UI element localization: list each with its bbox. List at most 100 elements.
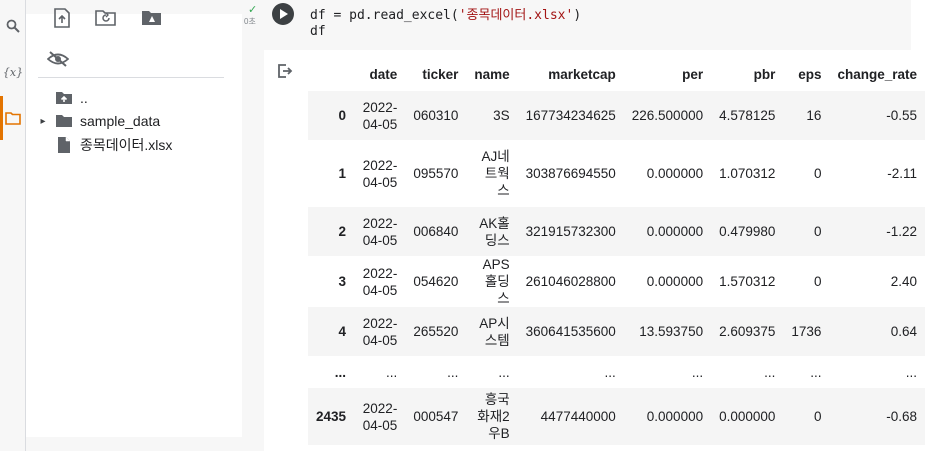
column-header: pbr (753, 66, 776, 82)
cell-per: 0.000000 (646, 409, 704, 424)
tree-item-sample-data[interactable]: ▸ sample_data (34, 110, 160, 132)
cell-change-rate: 0.64 (890, 324, 917, 339)
column-header: date (369, 66, 398, 82)
index-header (308, 57, 354, 91)
cell-per: 0.000000 (646, 166, 704, 181)
cell-pbr: 1.070312 (719, 166, 776, 181)
cell-per: 226.500000 (631, 108, 704, 123)
cell-ticker: 006840 (413, 224, 459, 239)
cell-eps: 0 (813, 166, 822, 181)
dataframe-table: date ticker name marketcap per pbr eps c… (308, 57, 925, 445)
cell-marketcap: 360641535600 (525, 324, 616, 339)
search-icon[interactable] (3, 16, 23, 36)
cell-pbr: 1.570312 (719, 274, 776, 289)
exec-time: 0초 (244, 17, 256, 26)
cell-name: AJ네트웍스 (481, 149, 510, 198)
cell-ticker: 095570 (413, 166, 459, 181)
cell-pbr: 0.479980 (719, 224, 776, 239)
code-line: df = pd.read_excel('종목데이터.xlsx') (310, 8, 582, 23)
cell-change-rate: 2.40 (890, 274, 917, 289)
tree-item-xlsx-file[interactable]: 종목데이터.xlsx (34, 134, 172, 156)
folder-up-icon (52, 88, 76, 108)
cell-date: 2022-04-05 (362, 265, 398, 298)
cell-change-rate: -0.68 (886, 409, 917, 424)
cell-marketcap: 167734234625 (525, 108, 616, 123)
table-header-row: date ticker name marketcap per pbr eps c… (308, 57, 925, 91)
folder-icon (52, 111, 76, 131)
table-row: 0 2022-04-05 060310 3S 167734234625 226.50000… (308, 91, 925, 140)
row-index: 1 (338, 166, 347, 181)
cell-ticker: 054620 (413, 274, 459, 289)
cell-change-rate: -1.22 (886, 224, 917, 239)
cell-eps: 0 (813, 224, 822, 239)
play-icon (280, 9, 288, 19)
cell-ticker: 000547 (413, 409, 459, 424)
table-row: ........................... (308, 356, 925, 388)
upload-icon[interactable] (50, 6, 74, 30)
cell-pbr: 2.609375 (719, 324, 776, 339)
cell-change-rate: -0.55 (886, 108, 917, 123)
column-header: marketcap (548, 66, 616, 82)
row-index: ... (334, 364, 347, 380)
left-rail: {x} (0, 0, 26, 451)
cell-eps: 0 (813, 409, 822, 424)
cell-marketcap: 261046028800 (525, 274, 616, 289)
cell-pbr: 0.000000 (719, 409, 776, 424)
eye-off-icon[interactable] (46, 47, 70, 71)
table-row: 2 2022-04-05 006840 AK홀딩스 321915732300 0.0000… (308, 207, 925, 256)
column-header: per (682, 66, 704, 82)
cell-change-rate: ... (905, 364, 917, 380)
cell-marketcap: ... (604, 364, 616, 380)
cell-ticker: ... (447, 364, 459, 380)
cell-name: AP시스템 (479, 315, 510, 348)
cell-name: AK홀딩스 (479, 215, 510, 248)
tree-item-label: .. (80, 90, 88, 106)
cell-date: 2022-04-05 (362, 315, 398, 348)
mount-drive-icon[interactable] (140, 6, 164, 30)
cell-date: 2022-04-05 (362, 99, 398, 132)
refresh-folder-icon[interactable] (94, 6, 118, 30)
folder-icon[interactable] (3, 108, 23, 128)
cell-change-rate: -2.11 (887, 166, 917, 181)
row-index: 0 (338, 108, 347, 123)
code-editor[interactable]: df = pd.read_excel('종목데이터.xlsx') df (264, 0, 911, 50)
variables-icon[interactable]: {x} (3, 62, 23, 82)
table-row: 4 2022-04-05 265520 AP시스템 360641535600 13.593… (308, 307, 925, 356)
tree-item-label: 종목데이터.xlsx (80, 137, 173, 153)
cell-eps: 0 (813, 274, 822, 289)
cell-name: ... (498, 364, 510, 380)
tree-item-parent[interactable]: .. (34, 87, 88, 109)
cell-date: 2022-04-05 (362, 215, 398, 248)
run-cell-button[interactable] (272, 3, 294, 25)
code-cell: ✓ 0초 df = pd.read_excel('종목데이터.xlsx') df… (242, 0, 925, 451)
exec-status-check: ✓ (248, 4, 258, 16)
cell-marketcap: 303876694550 (525, 166, 616, 181)
table-row: 1 2022-04-05 095570 AJ네트웍스 303876694550 0.000… (308, 140, 925, 207)
files-panel: .. ▸ sample_data 종목데이터.xlsx (26, 0, 242, 451)
cell-ticker: 265520 (413, 324, 459, 339)
row-index: 3 (338, 274, 347, 289)
chevron-right-icon[interactable]: ▸ (34, 116, 52, 127)
column-header: eps (798, 66, 822, 82)
output-menu-icon[interactable] (276, 62, 294, 80)
column-header: name (474, 66, 510, 82)
panel-divider (38, 77, 224, 78)
cell-per: 0.000000 (646, 224, 704, 239)
row-index: 2435 (316, 409, 347, 424)
column-header: ticker (422, 66, 459, 82)
cell-date: 2022-04-05 (362, 157, 398, 190)
cell-name: APS홀딩스 (482, 257, 510, 306)
cell-pbr: ... (764, 364, 776, 380)
file-icon (52, 135, 76, 155)
row-index: 2 (338, 224, 347, 239)
cell-marketcap: 4477440000 (540, 409, 616, 424)
cell-per: 0.000000 (646, 274, 704, 289)
cell-eps: 1736 (791, 324, 822, 339)
cell-per: ... (691, 364, 704, 380)
cell-pbr: 4.578125 (719, 108, 776, 123)
cell-per: 13.593750 (639, 324, 704, 339)
cell-marketcap: 321915732300 (525, 224, 616, 239)
cell-name: 흥국화재2우B (477, 392, 510, 441)
cell-date: 2022-04-05 (362, 400, 398, 433)
column-header: change_rate (837, 66, 917, 82)
